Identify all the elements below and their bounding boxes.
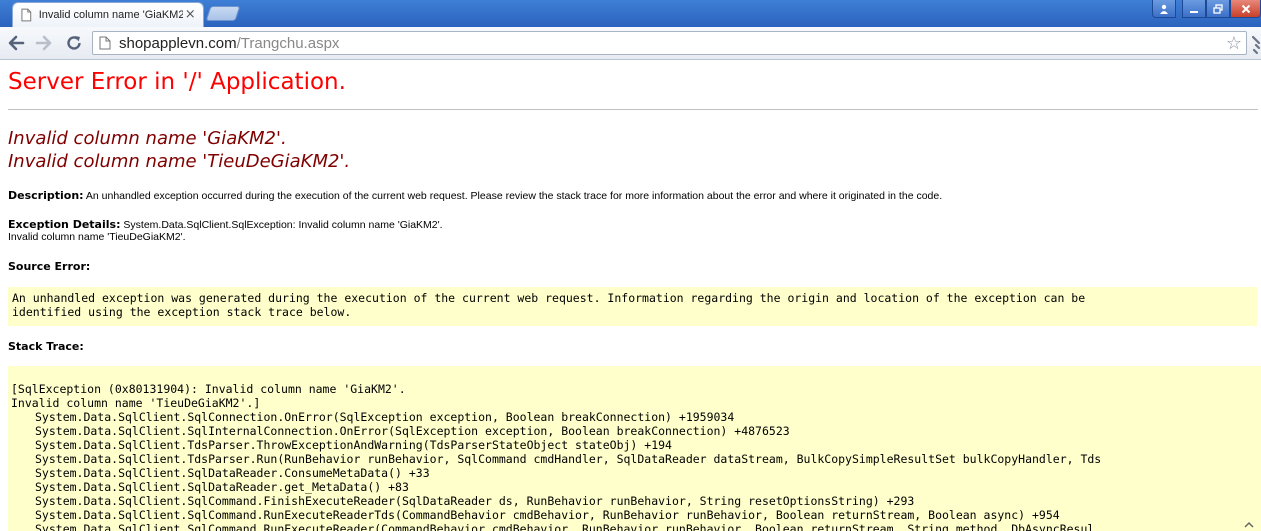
browser-titlebar: Invalid column name 'GiaKM2 × — [0, 0, 1261, 27]
heading-divider — [8, 109, 1258, 110]
page-heading: Server Error in '/' Application. — [8, 69, 346, 95]
browser-tab-active[interactable]: Invalid column name 'GiaKM2 × — [12, 2, 204, 27]
stack-trace-line: System.Data.SqlClient.TdsParser.Run(RunB… — [35, 452, 1102, 466]
source-error-label-text: Source Error: — [8, 260, 91, 273]
page-favicon-icon — [21, 8, 32, 22]
stack-trace-line: System.Data.SqlClient.SqlCommand.RunExec… — [35, 522, 1095, 531]
tab-title: Invalid column name 'GiaKM2 — [38, 9, 184, 21]
stack-trace-line: [SqlException (0x80131904): Invalid colu… — [11, 382, 406, 396]
source-error-line: An unhandled exception was generated dur… — [12, 291, 1086, 305]
source-error-line: identified using the exception stack tra… — [12, 305, 352, 319]
new-tab-button[interactable] — [205, 6, 241, 21]
stack-trace-line: Invalid column name 'TieuDeGiaKM2'.] — [11, 396, 261, 410]
page-icon — [99, 36, 111, 50]
bookmark-star-icon[interactable]: ☆ — [1226, 33, 1242, 54]
exception-details-text-2: Invalid column name 'TieuDeGiaKM2'. — [8, 231, 186, 243]
close-window-icon[interactable] — [1230, 0, 1261, 18]
tab-close-icon[interactable]: × — [183, 8, 197, 22]
description-label: Description: — [8, 189, 84, 202]
stack-trace-line: System.Data.SqlClient.SqlCommand.FinishE… — [35, 494, 915, 508]
stack-trace-line: System.Data.SqlClient.SqlDataReader.get_… — [35, 480, 409, 494]
restore-window-icon[interactable] — [1206, 0, 1230, 18]
wrench-icon[interactable] — [1250, 33, 1261, 55]
exception-details-text: System.Data.SqlClient.SqlException: Inva… — [120, 219, 443, 231]
stack-trace-line: System.Data.SqlClient.SqlConnection.OnEr… — [35, 410, 735, 424]
url-path: /Trangchu.aspx — [236, 34, 340, 52]
error-title-line: Invalid column name 'TieuDeGiaKM2'. — [8, 151, 351, 172]
arrow-left-icon — [8, 35, 25, 51]
arrow-right-icon — [35, 35, 52, 51]
stack-trace-box: [SqlException (0x80131904): Invalid colu… — [8, 366, 1261, 531]
source-error-box: An unhandled exception was generated dur… — [8, 287, 1257, 326]
source-error-label: Source Error: — [8, 260, 90, 273]
stack-trace-label: Stack Trace: — [8, 340, 84, 353]
stack-trace-line: System.Data.SqlClient.TdsParser.ThrowExc… — [35, 438, 672, 452]
user-profile-icon[interactable] — [1152, 0, 1176, 18]
exception-details-label: Exception Details: — [8, 218, 121, 231]
stack-trace-label-text: Stack Trace: — [8, 340, 84, 353]
back-button[interactable] — [4, 32, 28, 54]
scroll-arrow-icon[interactable] — [1236, 521, 1261, 531]
exception-details-row: Exception Details: System.Data.SqlClient… — [8, 218, 443, 232]
stack-trace-line: System.Data.SqlClient.SqlDataReader.Cons… — [35, 466, 430, 480]
stack-trace-line: System.Data.SqlClient.SqlInternalConnect… — [35, 424, 790, 438]
minimize-window-icon[interactable] — [1182, 0, 1206, 18]
error-title-line: Invalid column name 'GiaKM2'. — [8, 128, 287, 149]
description-row: Description: An unhandled exception occu… — [8, 189, 942, 203]
url-host: shopapplevn.com — [119, 34, 237, 52]
reload-button[interactable] — [62, 32, 86, 54]
browser-toolbar: shopapplevn.com/Trangchu.aspx ☆ — [0, 27, 1261, 60]
description-text: An unhandled exception occurred during t… — [83, 190, 943, 202]
reload-icon — [67, 36, 81, 50]
page-content: Server Error in '/' Application. Invalid… — [0, 61, 1261, 531]
forward-button[interactable] — [32, 32, 56, 54]
stack-trace-line: System.Data.SqlClient.SqlCommand.RunExec… — [35, 508, 1060, 522]
address-bar[interactable]: shopapplevn.com/Trangchu.aspx ☆ — [92, 31, 1247, 55]
